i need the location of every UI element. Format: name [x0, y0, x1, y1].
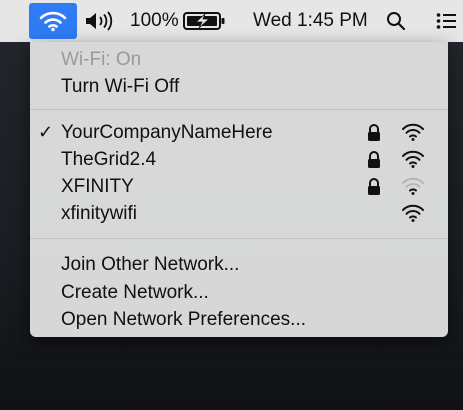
list-icon [436, 12, 456, 30]
turn-wifi-off-item[interactable]: Turn Wi-Fi Off [30, 73, 448, 100]
battery-percentage[interactable]: 100% [130, 0, 179, 42]
lock-icon [367, 124, 381, 142]
join-other-network-label: Join Other Network... [61, 254, 240, 275]
wifi-menu-button[interactable] [29, 3, 77, 39]
spotlight-button[interactable] [386, 0, 406, 42]
wifi-signal-icon [401, 149, 425, 169]
create-network-item[interactable]: Create Network... [30, 279, 448, 306]
network-name: XFINITY [61, 176, 134, 197]
wifi-signal-icon [401, 122, 425, 142]
network-name: xfinitywifi [61, 203, 138, 224]
create-network-label: Create Network... [61, 282, 209, 303]
checkmark-icon: ✓ [38, 122, 54, 142]
wifi-signal-icon [401, 203, 425, 223]
open-network-preferences-label: Open Network Preferences... [61, 309, 306, 330]
network-name: YourCompanyNameHere [61, 122, 273, 143]
lock-icon [367, 151, 381, 169]
network-item-xfinity[interactable]: XFINITY [30, 173, 448, 200]
open-network-preferences-item[interactable]: Open Network Preferences... [30, 306, 448, 333]
turn-wifi-off-label: Turn Wi-Fi Off [61, 76, 180, 97]
wifi-status-label: Wi-Fi: On [61, 49, 142, 70]
network-name: TheGrid2.4 [61, 149, 157, 170]
join-other-network-item[interactable]: Join Other Network... [30, 251, 448, 278]
volume-menu-button[interactable] [84, 0, 118, 42]
menu-divider [30, 109, 448, 110]
search-icon [386, 11, 406, 31]
wifi-dropdown-menu: Wi-Fi: On Turn Wi-Fi Off ✓ YourCompanyNa… [30, 42, 448, 337]
network-item-yourcompanynamehere[interactable]: ✓ YourCompanyNameHere [30, 119, 448, 146]
network-item-thegrid[interactable]: TheGrid2.4 [30, 146, 448, 173]
wifi-status-item: Wi-Fi: On [30, 46, 448, 73]
menu-divider [30, 238, 448, 239]
network-item-xfinitywifi[interactable]: xfinitywifi [30, 200, 448, 227]
battery-icon[interactable] [183, 0, 227, 42]
wifi-signal-icon [401, 176, 425, 196]
menu-bar: 100% Wed 1:45 PM [0, 0, 463, 42]
menubar-clock[interactable]: Wed 1:45 PM [253, 0, 368, 42]
speaker-icon [84, 11, 118, 31]
lock-icon [367, 178, 381, 196]
notification-center-button[interactable] [436, 0, 456, 42]
wifi-icon [39, 10, 67, 32]
